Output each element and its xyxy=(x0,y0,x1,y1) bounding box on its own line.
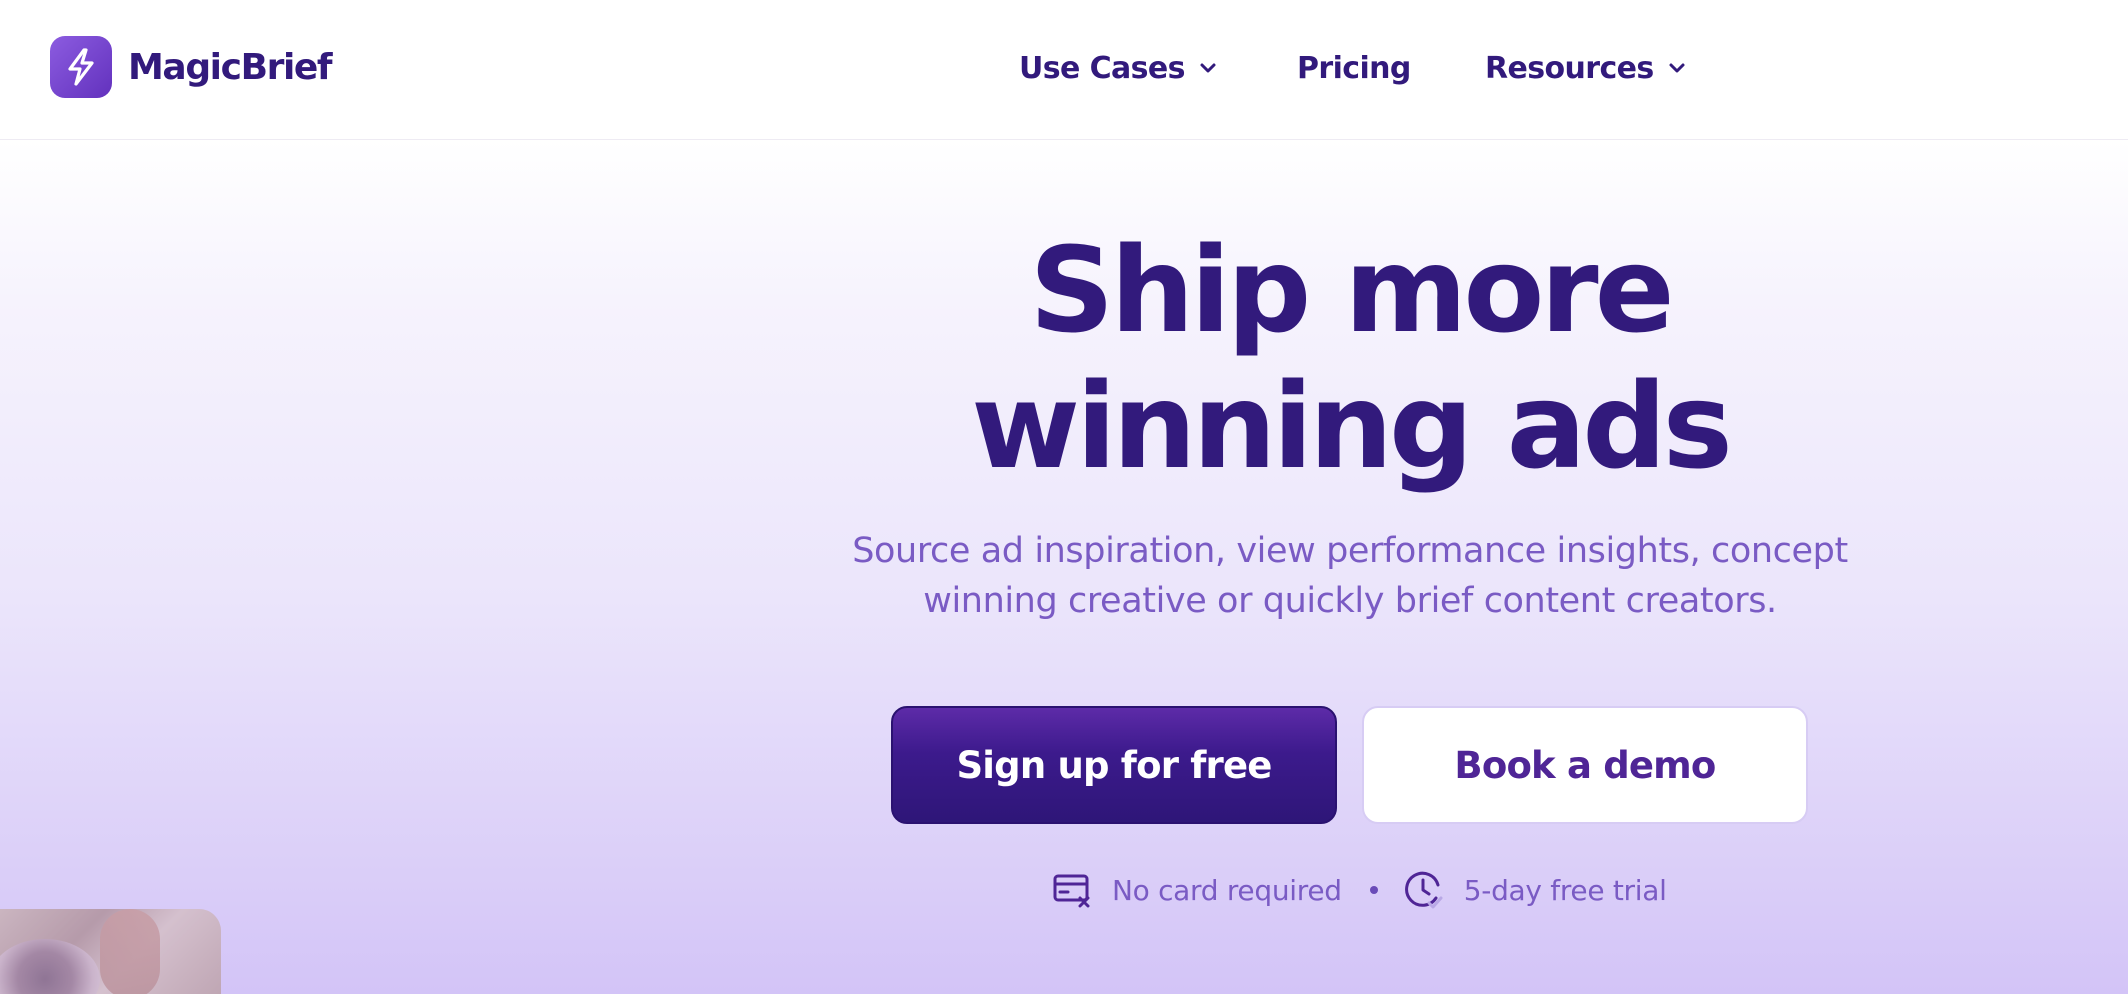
photo-overlay xyxy=(0,909,221,994)
subhead-line-2: winning creative or quickly brief conten… xyxy=(923,581,1777,621)
card-x-icon xyxy=(1052,872,1092,908)
perk-free-trial: 5-day free trial xyxy=(1404,870,1667,910)
hero-subheading: Source ad inspiration, view performance … xyxy=(800,526,1900,626)
separator-dot xyxy=(1369,886,1378,894)
perk-label: 5-day free trial xyxy=(1463,873,1667,907)
nav-item-label: Use Cases xyxy=(1019,50,1186,86)
subhead-line-1: Source ad inspiration, view performance … xyxy=(852,531,1848,571)
chevron-down-icon xyxy=(1199,62,1217,74)
nav-item-resources[interactable]: Resources xyxy=(1485,44,1686,92)
headline-line-2: winning ads xyxy=(971,357,1733,495)
perk-label: No card required xyxy=(1112,873,1342,907)
nav-item-use-cases[interactable]: Use Cases xyxy=(1019,44,1217,92)
nav-item-pricing[interactable]: Pricing xyxy=(1297,44,1411,92)
chevron-down-icon xyxy=(1668,62,1686,74)
sign-up-button[interactable]: Sign up for free xyxy=(891,706,1337,824)
headline-line-1: Ship more xyxy=(1029,221,1674,359)
nav-item-label: Pricing xyxy=(1297,50,1411,86)
main-nav: Use Cases Pricing Resources xyxy=(0,44,2128,92)
hero-headline: Ship more winning ads xyxy=(764,222,1936,494)
clock-check-icon xyxy=(1404,870,1444,910)
top-navbar: MagicBrief Use Cases Pricing Resources xyxy=(0,0,2128,140)
book-demo-button[interactable]: Book a demo xyxy=(1362,706,1808,824)
perk-no-card: No card required xyxy=(1052,872,1342,908)
nav-item-label: Resources xyxy=(1485,50,1654,86)
food-photo-thumbnail xyxy=(0,909,221,994)
hero-perks: No card required 5-day free trial xyxy=(1052,868,1667,912)
